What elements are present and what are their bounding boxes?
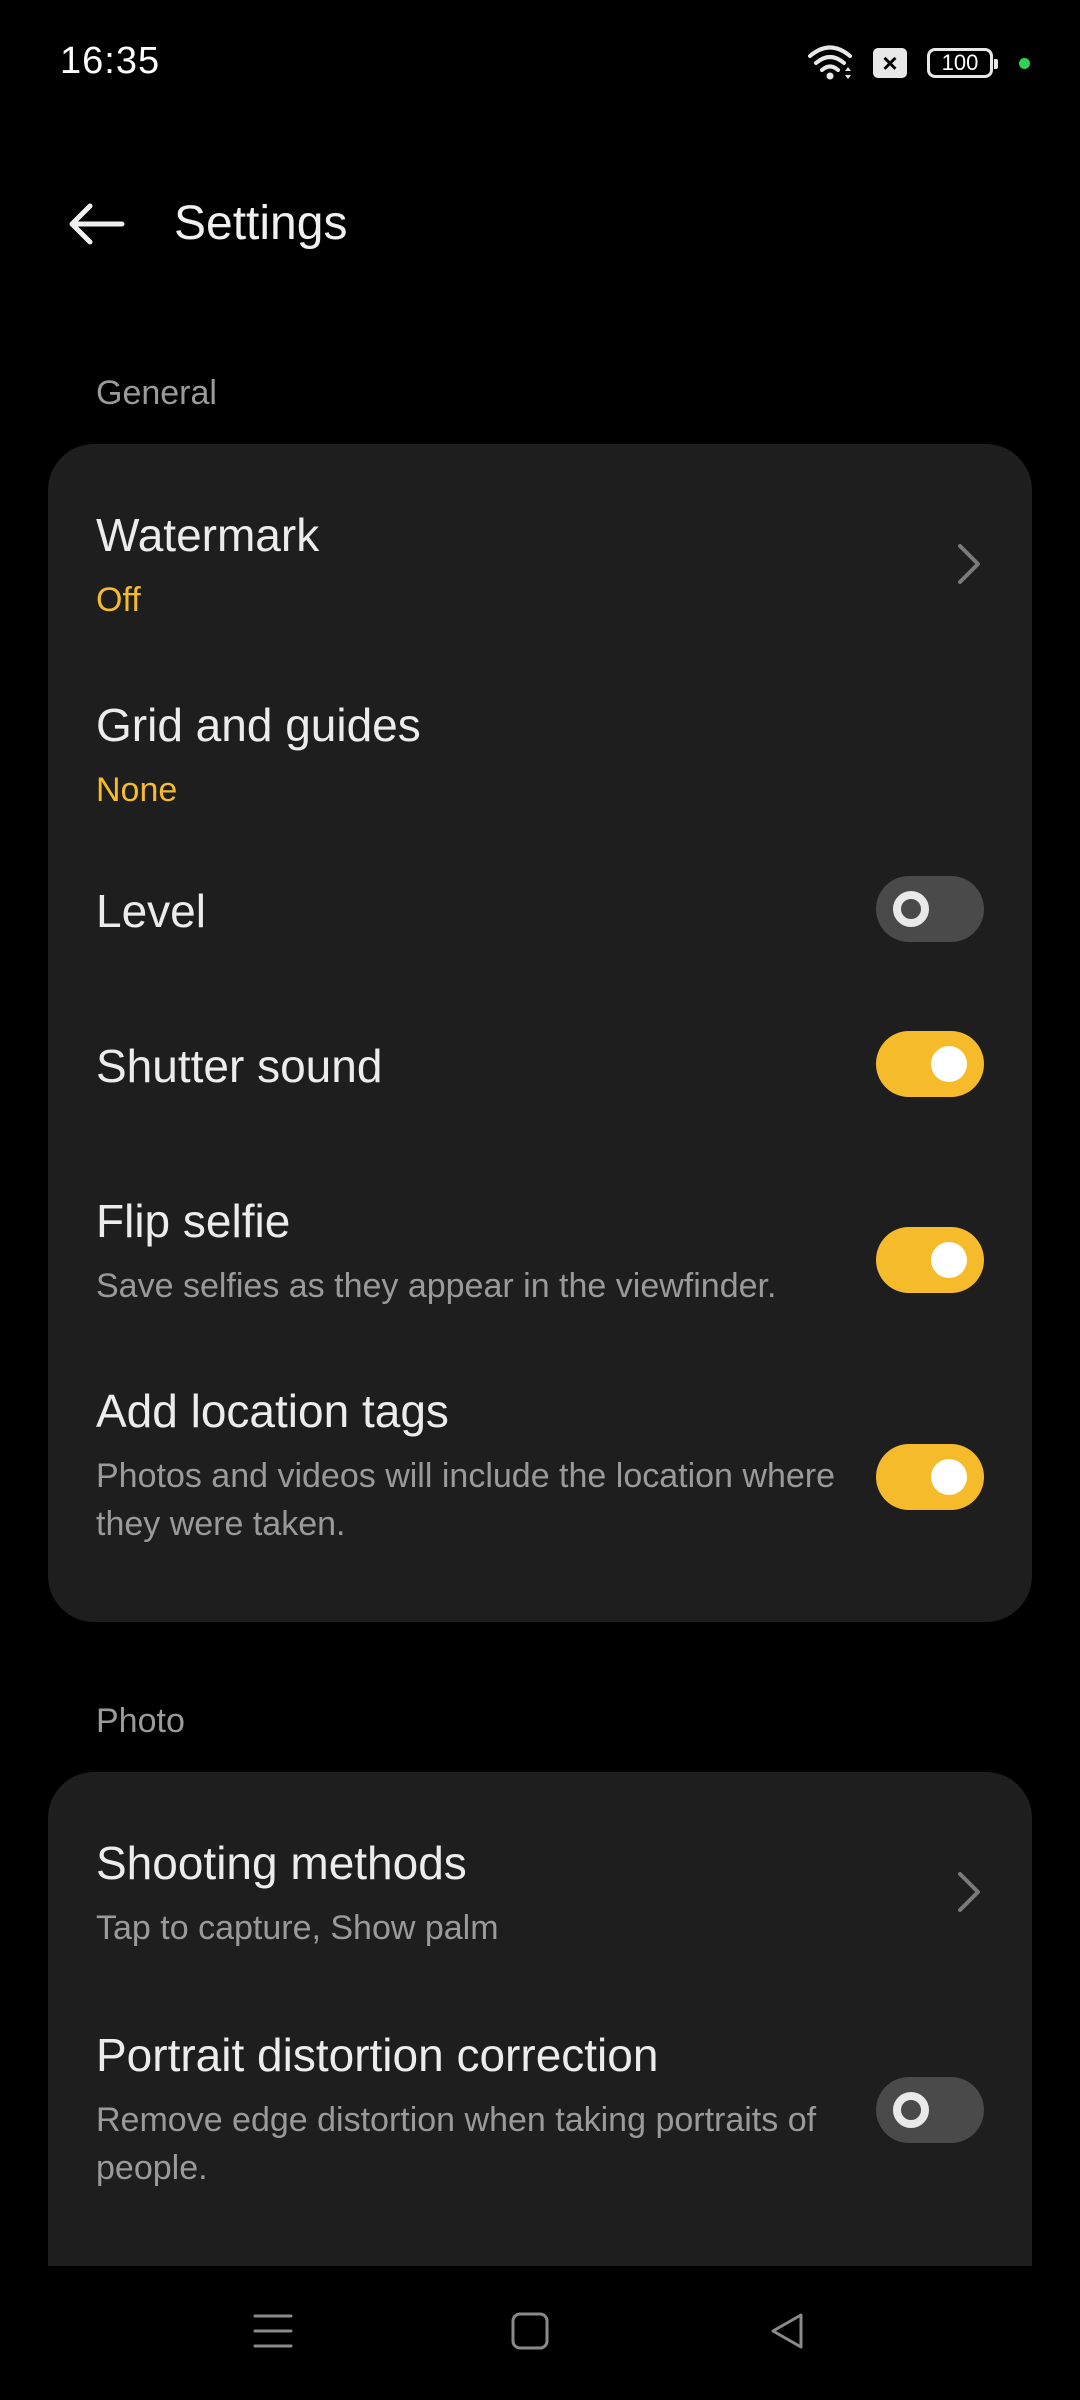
back-triangle-icon xyxy=(767,2311,807,2356)
toggle-knob xyxy=(893,2092,929,2128)
location-tags-toggle[interactable] xyxy=(876,1444,984,1510)
header: Settings xyxy=(0,170,1080,270)
shutter-sound-toggle[interactable] xyxy=(876,1031,984,1097)
battery-icon: 100 xyxy=(927,48,998,78)
privacy-indicator-dot xyxy=(1019,57,1030,69)
setting-title: Shutter sound xyxy=(96,1040,383,1092)
portrait-distortion-toggle[interactable] xyxy=(876,2077,984,2143)
setting-description: Remove edge distortion when taking portr… xyxy=(96,2101,817,2187)
setting-value: Off xyxy=(96,581,141,619)
setting-description: Photos and videos will include the locat… xyxy=(96,1457,836,1543)
general-settings-card: Watermark Off Grid and guides None Level… xyxy=(48,444,1032,1622)
setting-title: Add location tags xyxy=(96,1385,449,1437)
back-nav-button[interactable] xyxy=(752,2298,822,2368)
toggle-knob xyxy=(931,1046,967,1082)
setting-title: Shooting methods xyxy=(96,1837,467,1889)
setting-shooting-methods[interactable]: Shooting methods Tap to capture, Show pa… xyxy=(48,1772,1032,1962)
wifi-icon xyxy=(807,43,853,83)
status-bar: 16:35 × 100 xyxy=(0,0,1080,124)
chevron-right-icon xyxy=(948,534,988,594)
setting-description: Tap to capture, Show palm xyxy=(96,1909,499,1947)
setting-add-location-tags[interactable]: Add location tags Photos and videos will… xyxy=(48,1334,1032,1594)
status-time: 16:35 xyxy=(60,40,161,82)
setting-grid-and-guides[interactable]: Grid and guides None xyxy=(48,634,1032,824)
setting-title: Level xyxy=(96,885,206,937)
setting-portrait-distortion-correction[interactable]: Portrait distortion correction Remove ed… xyxy=(48,1962,1032,2222)
battery-level: 100 xyxy=(941,50,979,75)
setting-description: Save selfies as they appear in the viewf… xyxy=(96,1267,777,1305)
setting-watermark[interactable]: Watermark Off xyxy=(48,444,1032,634)
photo-settings-card: Shooting methods Tap to capture, Show pa… xyxy=(48,1772,1032,2292)
sim-disabled-icon: × xyxy=(873,48,907,78)
level-toggle[interactable] xyxy=(876,876,984,942)
setting-title: Grid and guides xyxy=(96,699,421,751)
toggle-knob xyxy=(893,891,929,927)
section-label-general: General xyxy=(96,374,217,412)
status-icons: × 100 xyxy=(807,40,1030,86)
flip-selfie-toggle[interactable] xyxy=(876,1227,984,1293)
setting-value: None xyxy=(96,771,178,809)
setting-title: Flip selfie xyxy=(96,1195,291,1247)
menu-button[interactable] xyxy=(238,2298,308,2368)
chevron-right-icon xyxy=(948,1862,988,1922)
setting-shutter-sound[interactable]: Shutter sound xyxy=(48,989,1032,1139)
home-icon xyxy=(510,2311,550,2356)
page-title: Settings xyxy=(174,197,348,250)
setting-title: Watermark xyxy=(96,509,320,561)
navigation-bar xyxy=(0,2266,1080,2400)
back-button[interactable] xyxy=(56,186,136,266)
setting-title: Portrait distortion correction xyxy=(96,2029,659,2081)
section-label-photo: Photo xyxy=(96,1702,185,1740)
setting-level[interactable]: Level xyxy=(48,834,1032,984)
toggle-knob xyxy=(931,1459,967,1495)
arrow-left-icon xyxy=(66,202,126,251)
toggle-knob xyxy=(931,1242,967,1278)
home-button[interactable] xyxy=(495,2298,565,2368)
setting-flip-selfie[interactable]: Flip selfie Save selfies as they appear … xyxy=(48,1144,1032,1334)
menu-icon xyxy=(253,2313,293,2354)
